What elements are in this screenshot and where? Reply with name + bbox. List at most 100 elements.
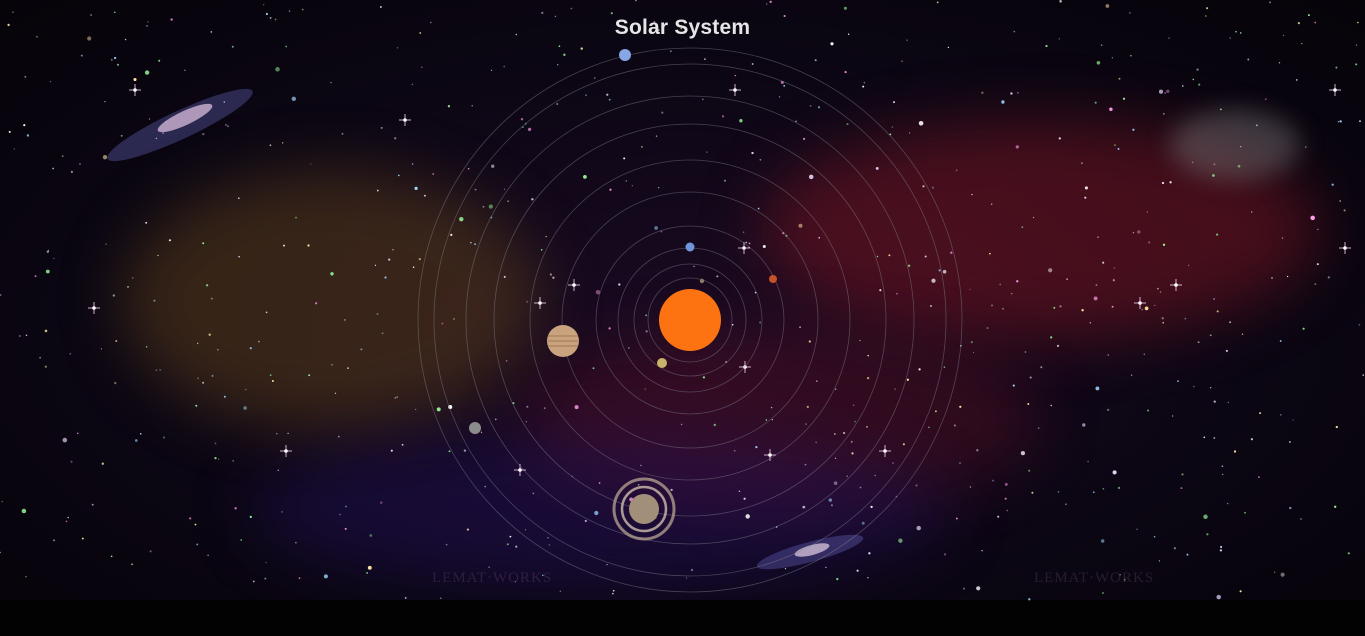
star <box>702 376 706 379</box>
star <box>757 207 760 210</box>
star <box>1206 533 1209 536</box>
star <box>240 539 242 541</box>
star <box>1066 278 1068 281</box>
star <box>196 342 199 345</box>
sun[interactable] <box>659 289 721 351</box>
star <box>1339 200 1342 202</box>
sparkle-star <box>280 445 292 457</box>
planet-venus[interactable] <box>657 358 667 368</box>
star <box>360 348 363 351</box>
star <box>294 216 298 219</box>
star <box>491 164 495 168</box>
star <box>210 297 213 300</box>
star <box>1158 89 1164 94</box>
star <box>1258 476 1260 478</box>
planet-uranus[interactable] <box>469 422 481 434</box>
star <box>866 426 868 428</box>
star <box>916 525 921 531</box>
star <box>214 456 217 460</box>
star <box>627 346 630 349</box>
star <box>53 257 55 259</box>
star <box>990 304 994 307</box>
star <box>265 311 268 314</box>
star <box>1362 374 1364 376</box>
star <box>1130 374 1133 376</box>
planet-mercury[interactable] <box>699 278 705 284</box>
star <box>894 388 896 390</box>
planet-jupiter[interactable] <box>547 325 579 357</box>
star <box>1028 598 1031 601</box>
star <box>114 381 117 385</box>
star <box>618 283 621 286</box>
star <box>1229 321 1232 324</box>
star <box>394 397 397 399</box>
star <box>783 84 786 87</box>
star <box>702 98 704 101</box>
star <box>898 538 903 543</box>
star <box>549 273 553 276</box>
star <box>1095 284 1098 287</box>
star <box>1080 162 1083 165</box>
star <box>1159 291 1162 293</box>
star <box>1216 310 1219 313</box>
star <box>863 81 866 84</box>
star <box>817 106 821 109</box>
star <box>421 66 423 68</box>
star <box>1093 296 1098 301</box>
star <box>1144 306 1149 311</box>
star <box>545 235 547 238</box>
star <box>558 45 561 48</box>
star <box>815 441 817 444</box>
star <box>414 408 417 411</box>
star <box>815 380 818 382</box>
star <box>1081 309 1084 312</box>
planet-saturn[interactable] <box>612 477 676 541</box>
star <box>685 577 688 579</box>
star <box>269 374 272 377</box>
star <box>423 194 426 197</box>
star <box>1274 571 1276 573</box>
earth-body <box>685 242 695 252</box>
star <box>505 359 508 362</box>
star <box>520 118 524 121</box>
planet-mars[interactable] <box>769 275 777 283</box>
star <box>1221 465 1224 468</box>
star <box>1317 228 1319 231</box>
star <box>1289 506 1292 510</box>
star <box>1347 552 1350 555</box>
star <box>1024 351 1027 353</box>
star <box>1102 592 1104 594</box>
star <box>915 484 918 487</box>
star <box>859 339 861 342</box>
star <box>1006 509 1009 512</box>
star <box>955 169 958 171</box>
star <box>1355 63 1358 66</box>
star <box>44 365 47 368</box>
star <box>972 351 975 354</box>
star <box>625 180 628 182</box>
planet-neptune[interactable] <box>619 49 631 61</box>
star <box>1206 7 1209 10</box>
star <box>1031 491 1034 494</box>
star <box>1084 196 1087 199</box>
star <box>507 200 509 202</box>
star <box>893 101 895 104</box>
star <box>755 445 758 449</box>
star <box>120 134 123 137</box>
planet-earth[interactable] <box>685 242 695 252</box>
star <box>1094 101 1097 104</box>
sparkle-star <box>129 84 141 96</box>
star <box>432 173 435 175</box>
star <box>396 396 399 399</box>
star <box>466 528 469 531</box>
star <box>506 543 509 546</box>
star <box>739 119 743 123</box>
star <box>1221 473 1224 476</box>
star <box>552 276 555 279</box>
star <box>1220 545 1223 549</box>
star <box>962 587 966 590</box>
star <box>1010 92 1013 95</box>
star <box>447 105 451 108</box>
star <box>1335 425 1338 429</box>
star <box>976 449 979 452</box>
